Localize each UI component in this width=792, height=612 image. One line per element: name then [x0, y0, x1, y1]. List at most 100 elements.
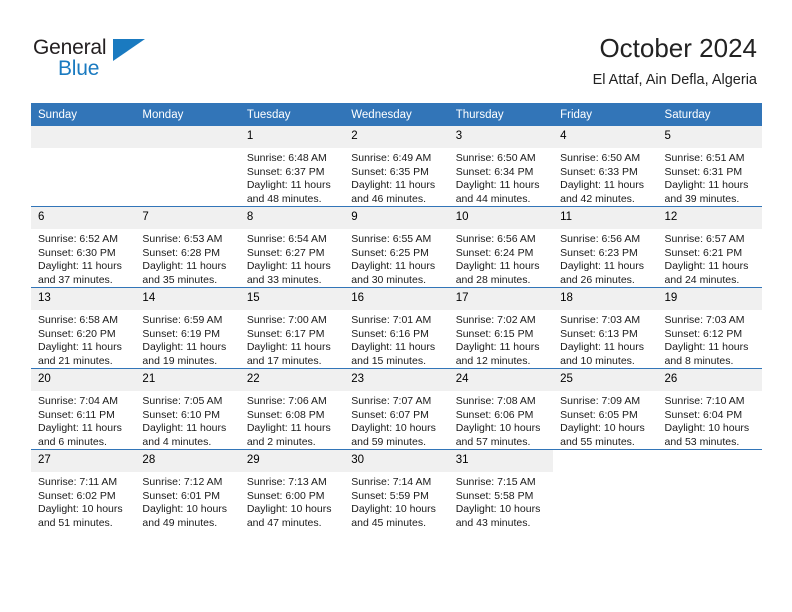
- sunrise-text: Sunrise: 7:10 AM: [664, 395, 745, 407]
- day-details: Sunrise: 7:09 AM Sunset: 6:05 PM Daylight:…: [553, 391, 657, 449]
- day-number: 10: [448, 207, 554, 229]
- sunrise-text: Sunrise: 7:05 AM: [142, 395, 223, 407]
- calendar-day-cell[interactable]: 24 Sunrise: 7:08 AM Sunset: 6:06 PM Dayligh…: [448, 368, 554, 450]
- calendar-grid: Sunday Monday Tuesday Wednesday Thursday…: [31, 103, 762, 530]
- title-block: October 2024 El Attaf, Ain Defla, Algeri…: [593, 33, 757, 89]
- calendar-day-cell[interactable]: 5 Sunrise: 6:51 AM Sunset: 6:31 PM Daylight…: [657, 126, 762, 207]
- day-details: Sunrise: 7:15 AM Sunset: 5:58 PM Daylight:…: [449, 472, 553, 530]
- calendar-day-cell[interactable]: 1 Sunrise: 6:48 AM Sunset: 6:37 PM Daylight…: [239, 126, 345, 207]
- calendar-day-cell[interactable]: 17 Sunrise: 7:02 AM Sunset: 6:15 PM Dayligh…: [448, 287, 554, 369]
- sunrise-text: Sunrise: 7:04 AM: [38, 395, 118, 407]
- calendar-day-cell[interactable]: 12 Sunrise: 6:57 AM Sunset: 6:21 PM Dayligh…: [657, 206, 762, 288]
- sunset-text: Sunset: 6:34 PM: [455, 165, 534, 178]
- calendar-day-cell[interactable]: 28 Sunrise: 7:12 AM Sunset: 6:01 PM Dayligh…: [135, 449, 240, 530]
- day-number: 3: [448, 126, 554, 148]
- daylight-text: Daylight: 11 hours and 19 minutes.: [142, 341, 227, 367]
- calendar-day-cell[interactable]: 29 Sunrise: 7:13 AM Sunset: 6:00 PM Dayligh…: [239, 449, 345, 530]
- sunrise-text: Sunrise: 6:50 AM: [455, 152, 536, 164]
- sunset-text: Sunset: 6:12 PM: [664, 327, 743, 340]
- weekday-header-saturday: Saturday: [657, 103, 762, 126]
- day-number: 8: [239, 207, 345, 229]
- calendar-day-cell[interactable]: 21 Sunrise: 7:05 AM Sunset: 6:10 PM Dayligh…: [135, 368, 240, 450]
- calendar-day-cell[interactable]: 6 Sunrise: 6:52 AM Sunset: 6:30 PM Daylight…: [31, 206, 136, 288]
- sunrise-text: Sunrise: 7:07 AM: [351, 395, 432, 407]
- sunset-text: Sunset: 6:33 PM: [560, 165, 638, 178]
- calendar-day-cell[interactable]: 15 Sunrise: 7:00 AM Sunset: 6:17 PM Dayligh…: [239, 287, 345, 369]
- sunset-text: Sunset: 6:16 PM: [351, 327, 429, 340]
- brand-logo[interactable]: General Blue: [33, 36, 213, 86]
- sunset-text: Sunset: 6:07 PM: [351, 408, 429, 421]
- daylight-text: Daylight: 10 hours and 51 minutes.: [38, 503, 123, 529]
- calendar-day-cell[interactable]: 16 Sunrise: 7:01 AM Sunset: 6:16 PM Dayligh…: [344, 287, 449, 369]
- sunset-text: Sunset: 6:10 PM: [142, 408, 221, 421]
- daylight-text: Daylight: 11 hours and 26 minutes.: [560, 260, 644, 286]
- calendar-day-cell[interactable]: 2 Sunrise: 6:49 AM Sunset: 6:35 PM Daylight…: [344, 126, 449, 207]
- calendar-day-cell-empty: [31, 126, 136, 207]
- day-number: 9: [344, 207, 449, 229]
- day-number: 14: [135, 288, 240, 310]
- day-details: Sunrise: 7:10 AM Sunset: 6:04 PM Daylight:…: [658, 391, 762, 449]
- sunset-text: Sunset: 6:19 PM: [142, 327, 221, 340]
- day-number: [135, 126, 240, 148]
- calendar-day-cell[interactable]: 9 Sunrise: 6:55 AM Sunset: 6:25 PM Daylight…: [344, 206, 449, 288]
- daylight-text: Daylight: 11 hours and 4 minutes.: [142, 422, 227, 448]
- calendar-day-cell[interactable]: 23 Sunrise: 7:07 AM Sunset: 6:07 PM Dayligh…: [344, 368, 449, 450]
- calendar-page: General Blue October 2024 El Attaf, Ain …: [0, 0, 792, 612]
- weekday-header-tuesday: Tuesday: [239, 103, 345, 126]
- sunset-text: Sunset: 6:06 PM: [455, 408, 534, 421]
- calendar-day-cell[interactable]: 31 Sunrise: 7:15 AM Sunset: 5:58 PM Dayligh…: [448, 449, 554, 530]
- day-number: 25: [553, 369, 658, 391]
- calendar-week-row: 1 Sunrise: 6:48 AM Sunset: 6:37 PM Daylight…: [31, 126, 762, 207]
- daylight-text: Daylight: 11 hours and 8 minutes.: [664, 341, 749, 367]
- calendar-day-cell[interactable]: 13 Sunrise: 6:58 AM Sunset: 6:20 PM Dayligh…: [31, 287, 136, 369]
- calendar-day-cell[interactable]: 14 Sunrise: 6:59 AM Sunset: 6:19 PM Dayligh…: [135, 287, 240, 369]
- day-number: 6: [31, 207, 136, 229]
- day-number: 2: [344, 126, 449, 148]
- sunset-text: Sunset: 6:01 PM: [142, 489, 221, 502]
- triangle-icon: [113, 39, 145, 61]
- sunrise-text: Sunrise: 6:48 AM: [246, 152, 327, 164]
- page-header: General Blue October 2024 El Attaf, Ain …: [0, 0, 792, 100]
- sunrise-text: Sunrise: 7:02 AM: [455, 314, 536, 326]
- sunrise-text: Sunrise: 7:00 AM: [246, 314, 327, 326]
- daylight-text: Daylight: 10 hours and 45 minutes.: [351, 503, 436, 529]
- sunset-text: Sunset: 6:37 PM: [246, 165, 325, 178]
- sunrise-text: Sunrise: 7:03 AM: [560, 314, 641, 326]
- day-details: Sunrise: 7:07 AM Sunset: 6:07 PM Daylight:…: [344, 391, 448, 449]
- calendar-day-cell[interactable]: 22 Sunrise: 7:06 AM Sunset: 6:08 PM Dayligh…: [239, 368, 345, 450]
- day-number: 5: [657, 126, 762, 148]
- day-details: Sunrise: 6:56 AM Sunset: 6:23 PM Daylight:…: [553, 229, 657, 287]
- day-number: 12: [657, 207, 762, 229]
- sunset-text: Sunset: 6:23 PM: [560, 246, 638, 259]
- daylight-text: Daylight: 11 hours and 48 minutes.: [246, 179, 331, 205]
- calendar-day-cell[interactable]: 30 Sunrise: 7:14 AM Sunset: 5:59 PM Dayligh…: [344, 449, 449, 530]
- day-number: 21: [135, 369, 240, 391]
- daylight-text: Daylight: 10 hours and 47 minutes.: [246, 503, 332, 529]
- calendar-day-cell[interactable]: 26 Sunrise: 7:10 AM Sunset: 6:04 PM Dayligh…: [657, 368, 762, 450]
- calendar-day-cell[interactable]: 25 Sunrise: 7:09 AM Sunset: 6:05 PM Dayligh…: [553, 368, 658, 450]
- calendar-day-cell-empty: [553, 449, 658, 530]
- calendar-day-cell[interactable]: 10 Sunrise: 6:56 AM Sunset: 6:24 PM Dayligh…: [448, 206, 554, 288]
- calendar-week-row: 6 Sunrise: 6:52 AM Sunset: 6:30 PM Daylight…: [31, 206, 762, 288]
- calendar-day-cell[interactable]: 18 Sunrise: 7:03 AM Sunset: 6:13 PM Dayligh…: [553, 287, 658, 369]
- calendar-week-row: 27 Sunrise: 7:11 AM Sunset: 6:02 PM Dayligh…: [31, 449, 762, 530]
- calendar-day-cell[interactable]: 8 Sunrise: 6:54 AM Sunset: 6:27 PM Daylight…: [239, 206, 345, 288]
- day-details: Sunrise: 6:58 AM Sunset: 6:20 PM Daylight:…: [31, 310, 135, 368]
- day-number: [657, 450, 762, 472]
- sunrise-text: Sunrise: 7:06 AM: [246, 395, 327, 407]
- calendar-day-cell[interactable]: 27 Sunrise: 7:11 AM Sunset: 6:02 PM Dayligh…: [31, 449, 136, 530]
- daylight-text: Daylight: 11 hours and 37 minutes.: [38, 260, 122, 286]
- calendar-day-cell[interactable]: 4 Sunrise: 6:50 AM Sunset: 6:33 PM Daylight…: [553, 126, 658, 207]
- sunrise-text: Sunrise: 7:01 AM: [351, 314, 432, 326]
- calendar-day-cell[interactable]: 19 Sunrise: 7:03 AM Sunset: 6:12 PM Dayligh…: [657, 287, 762, 369]
- daylight-text: Daylight: 11 hours and 28 minutes.: [455, 260, 540, 286]
- day-details: Sunrise: 6:48 AM Sunset: 6:37 PM Daylight:…: [240, 148, 344, 206]
- calendar-day-cell[interactable]: 3 Sunrise: 6:50 AM Sunset: 6:34 PM Daylight…: [448, 126, 554, 207]
- calendar-day-cell[interactable]: 11 Sunrise: 6:56 AM Sunset: 6:23 PM Dayligh…: [553, 206, 658, 288]
- sunset-text: Sunset: 6:08 PM: [246, 408, 325, 421]
- sunrise-text: Sunrise: 7:09 AM: [560, 395, 641, 407]
- calendar-day-cell[interactable]: 7 Sunrise: 6:53 AM Sunset: 6:28 PM Daylight…: [135, 206, 240, 288]
- day-number: 22: [239, 369, 345, 391]
- day-details: Sunrise: 7:08 AM Sunset: 6:06 PM Daylight:…: [449, 391, 553, 449]
- calendar-day-cell[interactable]: 20 Sunrise: 7:04 AM Sunset: 6:11 PM Dayligh…: [31, 368, 136, 450]
